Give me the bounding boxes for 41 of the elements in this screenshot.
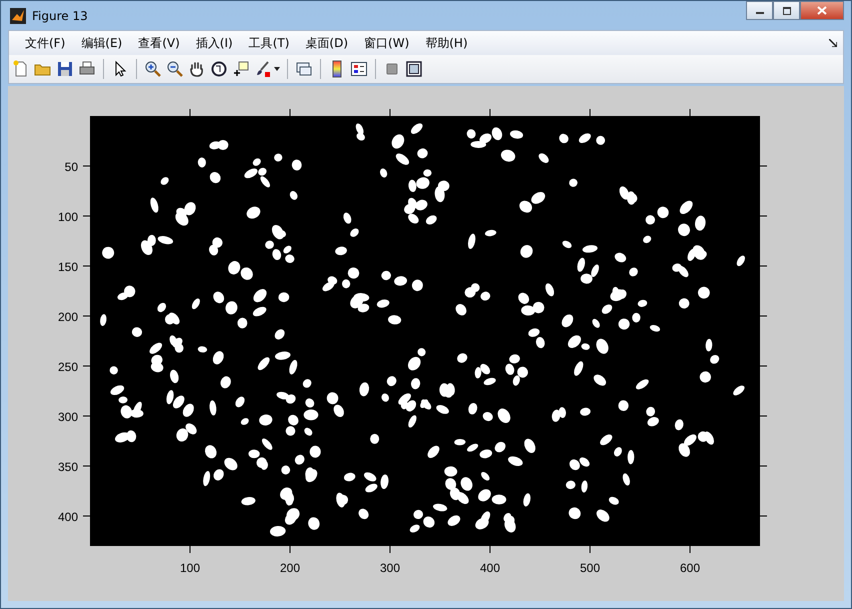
y-tick-label: 50 <box>64 160 78 174</box>
zoom-in-icon[interactable] <box>144 60 162 78</box>
minimize-button[interactable] <box>746 1 773 20</box>
y-tick-label: 200 <box>58 310 78 324</box>
x-tick-label: 200 <box>280 561 300 575</box>
x-tick-label: 300 <box>380 561 400 575</box>
data-cursor-icon[interactable] <box>232 60 250 78</box>
x-tick-label: 100 <box>180 561 200 575</box>
window-title: Figure 13 <box>32 8 88 22</box>
dock-arrow-icon[interactable] <box>829 39 837 47</box>
window-frame-icon[interactable] <box>405 60 423 78</box>
app-logo-icon <box>10 8 26 24</box>
menu-item[interactable]: 工具(T) <box>240 34 298 52</box>
close-icon <box>817 6 827 15</box>
maximize-button[interactable] <box>773 1 800 20</box>
y-tick-label: 400 <box>58 510 78 524</box>
zoom-out-icon[interactable] <box>166 60 184 78</box>
x-tick-label: 400 <box>480 561 500 575</box>
caret-icon[interactable] <box>274 67 280 71</box>
maximize-icon <box>782 6 792 14</box>
menu-item[interactable]: 帮助(H) <box>417 34 476 52</box>
menu-item[interactable]: 查看(V) <box>130 34 188 52</box>
y-tick-label: 300 <box>58 410 78 424</box>
y-tick-label: 250 <box>58 360 78 374</box>
x-tick-label: 600 <box>680 561 700 575</box>
link-icon[interactable] <box>295 60 313 78</box>
menu-item[interactable]: 窗口(W) <box>356 34 418 52</box>
brush-icon[interactable] <box>254 60 272 78</box>
menu-item[interactable]: 桌面(D) <box>297 34 356 52</box>
y-tick-label: 150 <box>58 260 78 274</box>
hand-icon[interactable] <box>188 60 206 78</box>
menu-item[interactable]: 插入(I) <box>188 34 241 52</box>
menu-item[interactable]: 文件(F) <box>17 34 74 52</box>
x-tick-label: 500 <box>580 561 600 575</box>
menu-item[interactable]: 编辑(E) <box>73 34 130 52</box>
rotate-icon[interactable] <box>210 60 228 78</box>
y-tick-label: 100 <box>58 210 78 224</box>
save-icon[interactable] <box>56 60 74 78</box>
close-button[interactable] <box>800 1 844 20</box>
legend-icon[interactable] <box>350 60 368 78</box>
y-tick-label: 350 <box>58 460 78 474</box>
